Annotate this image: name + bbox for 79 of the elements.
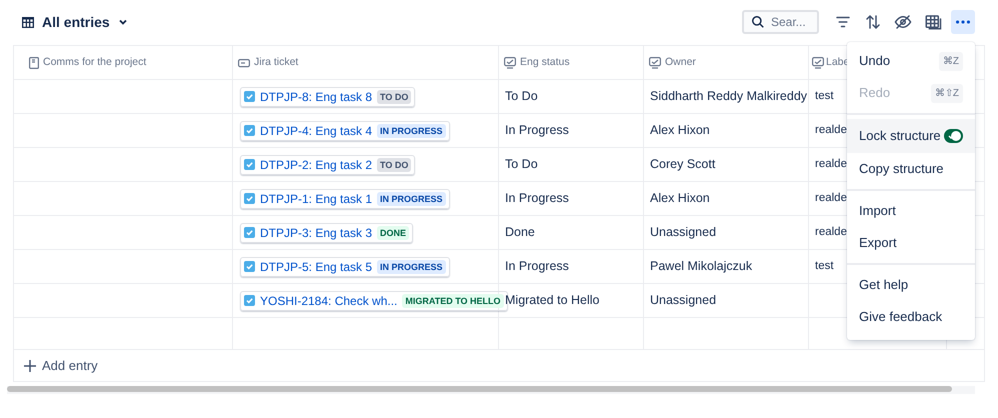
status-lozenge: TO DO (377, 158, 412, 172)
task-icon (244, 193, 255, 204)
status-lozenge: IN PROGRESS (377, 192, 446, 206)
table-icon (22, 16, 34, 28)
column-header: Owner (665, 54, 696, 70)
menu-item[interactable]: Get help (847, 269, 975, 301)
ticket-link[interactable]: DTPJP-1: Eng task 1 (260, 190, 372, 208)
table-cell-text: Unassigned (650, 292, 716, 310)
table-cell-text: Alex Hixon (650, 122, 710, 140)
plus-icon (24, 360, 36, 372)
column-header: Jira ticket (254, 54, 298, 70)
table-cell-text: To Do (505, 156, 538, 174)
table-cell-text: Corey Scott (650, 156, 716, 174)
table-cell-text: test (815, 88, 834, 104)
task-icon (244, 91, 255, 102)
table-cell-text: In Progress (505, 122, 569, 140)
table-cell-text: Alex Hixon (650, 190, 710, 208)
menu-item[interactable]: Export (847, 227, 975, 259)
field-icon (812, 56, 824, 68)
table-cell-text: realde (815, 156, 847, 172)
task-icon (244, 159, 255, 170)
task-icon (244, 227, 255, 238)
field-icon (504, 56, 516, 68)
scrollbar[interactable] (7, 386, 952, 392)
ticket-chip[interactable]: DTPJP-5: Eng task 5 IN PROGRESS (240, 256, 450, 276)
table-icon (924, 13, 942, 31)
status-lozenge: MIGRATED TO HELLO (402, 294, 504, 308)
table-cell-text: To Do (505, 88, 538, 106)
table-cell-text: In Progress (505, 190, 569, 208)
task-icon (244, 295, 255, 306)
table-cell-text: realde (815, 190, 847, 206)
page-icon (29, 56, 39, 68)
status-lozenge: IN PROGRESS (377, 124, 446, 138)
chevron-down-icon (118, 17, 128, 27)
status-lozenge: IN PROGRESS (377, 260, 446, 274)
shortcut-key: ⌘⇧Z (930, 84, 963, 102)
table-cell-text: Pawel Mikolajczuk (650, 258, 752, 276)
search-icon (751, 15, 765, 29)
table-cell-text: Migrated to Hello (505, 292, 600, 310)
more-icon (956, 20, 970, 24)
ticket-chip[interactable]: DTPJP-4: Eng task 4 IN PROGRESS (240, 120, 450, 140)
menu-item[interactable]: Give feedback (847, 301, 975, 333)
table-cell-text: In Progress (505, 258, 569, 276)
ticket-link[interactable]: DTPJP-4: Eng task 4 (260, 122, 372, 140)
card-icon (238, 58, 250, 68)
add-entry-button[interactable]: Add entry (24, 356, 98, 376)
ticket-link[interactable]: DTPJP-3: Eng task 3 (260, 224, 372, 242)
column-header: Comms for the project (43, 54, 146, 70)
ticket-link[interactable]: DTPJP-5: Eng task 5 (260, 258, 372, 276)
ticket-link[interactable]: DTPJP-2: Eng task 2 (260, 156, 372, 174)
ticket-chip[interactable]: DTPJP-8: Eng task 8 TO DO (240, 86, 416, 106)
field-icon (649, 56, 661, 68)
task-icon (244, 125, 255, 136)
view-selector[interactable]: All entries (22, 12, 128, 32)
more-button[interactable] (951, 10, 975, 34)
eye-off-icon (894, 13, 912, 31)
menu-item[interactable]: Undo ⌘Z (847, 45, 975, 77)
table-cell-text: Done (505, 224, 535, 242)
status-lozenge: DONE (377, 226, 410, 240)
menu-item[interactable]: Lock structure (847, 119, 975, 153)
sort-icon (864, 13, 882, 31)
table-cell-text: Unassigned (650, 224, 716, 242)
task-icon (244, 261, 255, 272)
ticket-link[interactable]: DTPJP-8: Eng task 8 (260, 88, 372, 106)
status-lozenge: TO DO (377, 90, 412, 104)
search-field[interactable]: Sear... (742, 10, 819, 34)
column-header: Eng status (520, 54, 570, 70)
table-cell-text: Siddharth Reddy Malkireddy (650, 88, 808, 106)
ticket-chip[interactable]: DTPJP-1: Eng task 1 IN PROGRESS (240, 188, 450, 208)
ticket-chip[interactable]: DTPJP-2: Eng task 2 TO DO (240, 154, 416, 174)
toggle-switch[interactable] (944, 129, 963, 143)
menu-item[interactable]: Copy structure (847, 153, 975, 185)
menu-item[interactable]: Import (847, 195, 975, 227)
shortcut-key: ⌘Z (938, 52, 963, 70)
table-cell-text: realde (815, 224, 847, 240)
table-cell-text: test (815, 258, 834, 274)
ticket-chip[interactable]: DTPJP-3: Eng task 3 DONE (240, 222, 414, 242)
table-cell-text: realde (815, 122, 847, 138)
ticket-link[interactable]: YOSHI-2184: Check wh... (260, 292, 398, 310)
